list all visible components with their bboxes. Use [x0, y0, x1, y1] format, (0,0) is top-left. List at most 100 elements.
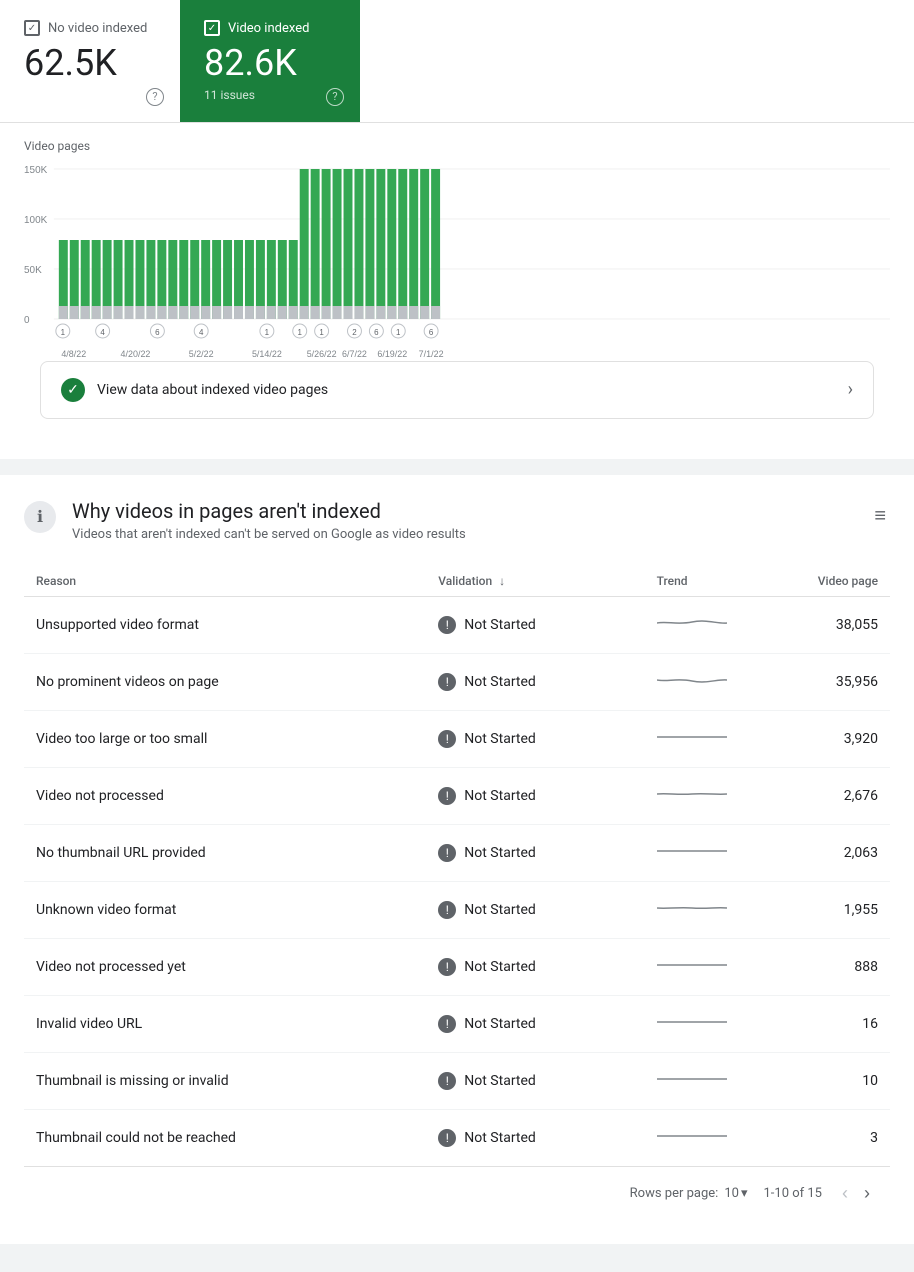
svg-text:5/2/22: 5/2/22	[189, 349, 214, 359]
trend-chart	[657, 1069, 727, 1089]
trend-chart	[657, 613, 727, 633]
reason-cell: Video too large or too small	[24, 710, 426, 767]
indexed-label: Video indexed	[228, 21, 309, 36]
svg-text:4: 4	[100, 328, 105, 337]
not-started-icon: !	[438, 616, 456, 634]
svg-text:1: 1	[265, 328, 270, 337]
trend-chart	[657, 841, 727, 861]
chart-wrap: 150K 100K 50K 0	[24, 161, 890, 361]
svg-text:5/26/22: 5/26/22	[307, 349, 337, 359]
table-row: Thumbnail could not be reached ! Not Sta…	[24, 1109, 890, 1166]
video-page-count: 1,955	[739, 881, 890, 938]
trend-cell	[645, 995, 739, 1052]
video-page-count: 2,063	[739, 824, 890, 881]
filter-icon[interactable]: ≡	[870, 499, 890, 532]
svg-text:4: 4	[199, 328, 204, 337]
validation-status: Not Started	[464, 1016, 536, 1032]
col-validation[interactable]: Validation ↓	[426, 566, 644, 597]
not-started-icon: !	[438, 730, 456, 748]
svg-text:150K: 150K	[24, 165, 48, 176]
trend-chart	[657, 1012, 727, 1032]
trend-chart	[657, 784, 727, 804]
trend-cell	[645, 1052, 739, 1109]
reason-cell: Video not processed yet	[24, 938, 426, 995]
pagination: Rows per page: 10 ▾ 1-10 of 15 ‹ ›	[24, 1166, 890, 1220]
table-row: Video too large or too small ! Not Start…	[24, 710, 890, 767]
not-started-icon: !	[438, 901, 456, 919]
validation-status: Not Started	[464, 1130, 536, 1146]
section-divider	[0, 467, 914, 475]
validation-cell: ! Not Started	[426, 824, 644, 881]
indexed-link-icon: ✓	[61, 378, 85, 402]
cards-row: ✓ No video indexed 62.5K ? ✓ Video index…	[0, 0, 914, 123]
video-page-count: 16	[739, 995, 890, 1052]
trend-chart	[657, 1126, 727, 1146]
validation-status: Not Started	[464, 902, 536, 918]
svg-text:1: 1	[61, 328, 66, 337]
trend-cell	[645, 824, 739, 881]
trend-cell	[645, 1109, 739, 1166]
why-header: ℹ Why videos in pages aren't indexed Vid…	[24, 499, 890, 542]
video-page-count: 2,676	[739, 767, 890, 824]
not-started-icon: !	[438, 844, 456, 862]
col-reason: Reason	[24, 566, 426, 597]
next-page-button[interactable]: ›	[860, 1179, 874, 1208]
not-started-icon: !	[438, 1129, 456, 1147]
indexed-link-text: View data about indexed video pages	[97, 382, 836, 398]
validation-status: Not Started	[464, 788, 536, 804]
not-indexed-help[interactable]: ?	[146, 88, 164, 106]
video-page-count: 10	[739, 1052, 890, 1109]
chart-svg: 150K 100K 50K 0	[24, 161, 890, 361]
indexed-help[interactable]: ?	[326, 88, 344, 106]
svg-text:2: 2	[352, 328, 357, 337]
svg-text:1: 1	[396, 328, 401, 337]
table-header-row: Reason Validation ↓ Trend Video page	[24, 566, 890, 597]
not-started-icon: !	[438, 787, 456, 805]
reason-cell: Video not processed	[24, 767, 426, 824]
rows-per-page-select[interactable]: 10 ▾	[724, 1186, 747, 1201]
not-started-icon: !	[438, 958, 456, 976]
indexed-video-link[interactable]: ✓ View data about indexed video pages ›	[40, 361, 874, 419]
not-indexed-value: 62.5K	[24, 44, 156, 84]
trend-cell	[645, 710, 739, 767]
why-section: ℹ Why videos in pages aren't indexed Vid…	[0, 475, 914, 1244]
video-page-count: 35,956	[739, 653, 890, 710]
indexed-header: ✓ Video indexed	[204, 20, 336, 36]
svg-text:1: 1	[319, 328, 324, 337]
reason-cell: Invalid video URL	[24, 995, 426, 1052]
reason-cell: No thumbnail URL provided	[24, 824, 426, 881]
svg-text:6/7/22: 6/7/22	[342, 349, 367, 359]
not-started-icon: !	[438, 1015, 456, 1033]
pagination-nav: ‹ ›	[838, 1179, 874, 1208]
trend-chart	[657, 955, 727, 975]
svg-text:4/8/22: 4/8/22	[61, 349, 86, 359]
sort-icon: ↓	[499, 574, 505, 588]
video-page-count: 888	[739, 938, 890, 995]
not-indexed-check: ✓	[24, 20, 40, 36]
prev-page-button[interactable]: ‹	[838, 1179, 852, 1208]
chart-label: Video pages	[24, 139, 890, 153]
not-indexed-header: ✓ No video indexed	[24, 20, 156, 36]
trend-chart	[657, 670, 727, 690]
table-row: Video not processed ! Not Started 2,676	[24, 767, 890, 824]
indexed-card[interactable]: ✓ Video indexed 82.6K 11 issues ?	[180, 0, 360, 122]
reason-cell: Thumbnail could not be reached	[24, 1109, 426, 1166]
svg-text:6: 6	[374, 328, 379, 337]
rows-per-page-label: Rows per page:	[630, 1186, 719, 1201]
validation-status: Not Started	[464, 1073, 536, 1089]
indexed-value: 82.6K	[204, 44, 336, 84]
chart-container: Video pages 150K 100K 50K 0	[0, 123, 914, 459]
validation-cell: ! Not Started	[426, 881, 644, 938]
not-started-icon: !	[438, 673, 456, 691]
validation-cell: ! Not Started	[426, 596, 644, 653]
validation-status: Not Started	[464, 845, 536, 861]
video-page-count: 3	[739, 1109, 890, 1166]
video-page-count: 3,920	[739, 710, 890, 767]
indexed-link-arrow: ›	[848, 379, 853, 400]
rows-select-chevron: ▾	[741, 1186, 748, 1201]
table-row: Thumbnail is missing or invalid ! Not St…	[24, 1052, 890, 1109]
why-title-group: ℹ Why videos in pages aren't indexed Vid…	[24, 499, 466, 542]
not-indexed-card[interactable]: ✓ No video indexed 62.5K ?	[0, 0, 180, 122]
validation-cell: ! Not Started	[426, 710, 644, 767]
trend-cell	[645, 938, 739, 995]
